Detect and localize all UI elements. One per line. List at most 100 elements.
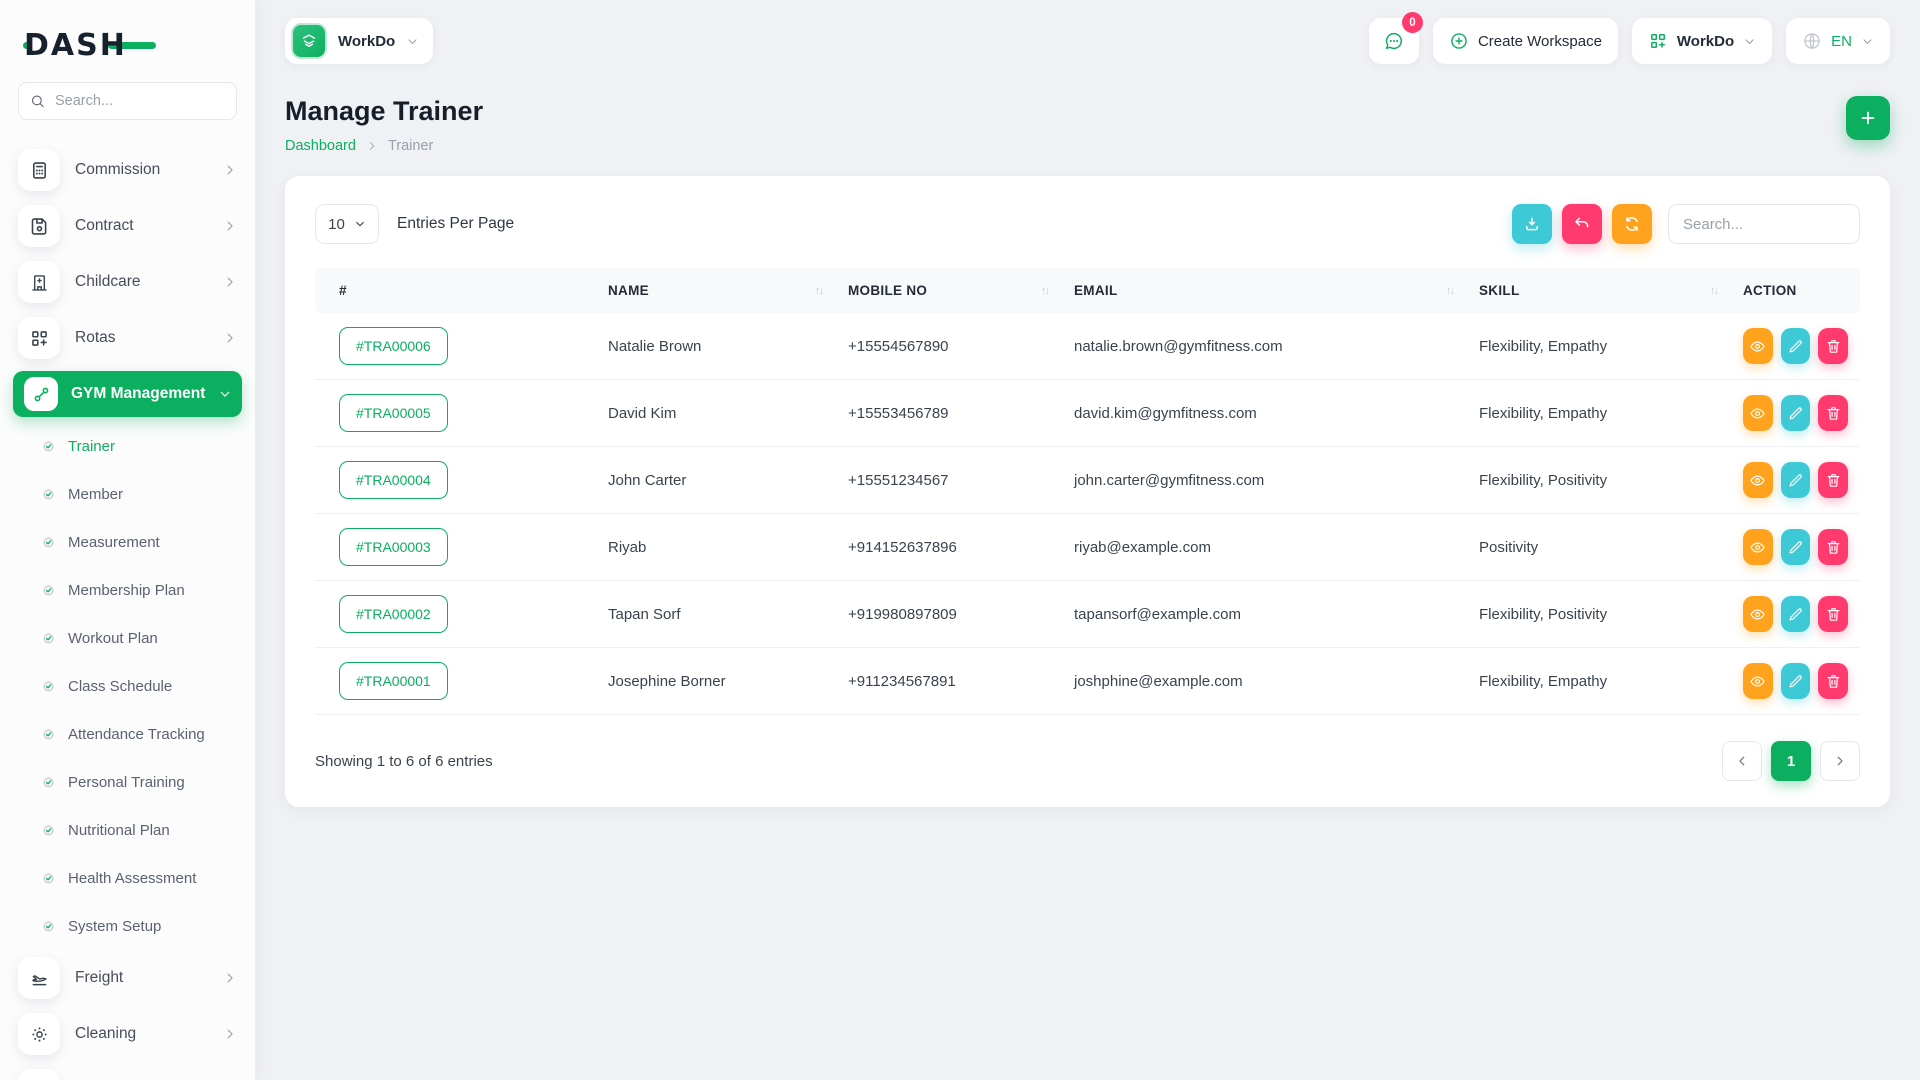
dash-logo[interactable]: DASH <box>24 26 231 64</box>
delete-button[interactable] <box>1818 663 1848 699</box>
trainer-id-badge[interactable]: #TRA00005 <box>339 394 448 432</box>
sidebar-subitem-trainer[interactable]: Trainer <box>0 422 255 470</box>
edit-button[interactable] <box>1781 395 1811 431</box>
sort-icon[interactable]: ↑↓ <box>815 285 822 297</box>
sidebar-item-rotas[interactable]: Rotas <box>0 310 255 366</box>
language-label: EN <box>1831 33 1852 50</box>
messages-button[interactable]: 0 <box>1369 18 1419 64</box>
view-button[interactable] <box>1743 328 1773 364</box>
sidebar-subitem-attendance-tracking[interactable]: Attendance Tracking <box>0 710 255 758</box>
view-button[interactable] <box>1743 462 1773 498</box>
trainer-mobile-cell: +15553456789 <box>836 380 1062 447</box>
sidebar-item-contract[interactable]: Contract <box>0 198 255 254</box>
trainer-id-badge[interactable]: #TRA00002 <box>339 595 448 633</box>
language-selector[interactable]: EN <box>1786 18 1890 64</box>
trainer-id-cell: #TRA00002 <box>315 581 596 648</box>
sidebar-subitem-personal-training[interactable]: Personal Training <box>0 758 255 806</box>
trainer-id-badge[interactable]: #TRA00004 <box>339 461 448 499</box>
trainer-skill-cell: Positivity <box>1467 514 1731 581</box>
trainer-table-card: 10 Entries Per Page # <box>285 176 1890 807</box>
column-header-email[interactable]: EMAIL ↑↓ <box>1062 268 1467 313</box>
column-header-label: # <box>339 283 347 298</box>
globe-icon <box>1802 31 1822 51</box>
workspace-switcher[interactable]: WorkDo <box>285 18 433 64</box>
main-area: WorkDo 0 Create Workspace WorkDo <box>255 0 1920 1080</box>
edit-button[interactable] <box>1781 328 1811 364</box>
column-header-label: SKILL <box>1479 283 1520 298</box>
sidebar-subitem-measurement[interactable]: Measurement <box>0 518 255 566</box>
breadcrumb-dashboard-link[interactable]: Dashboard <box>285 138 356 154</box>
sidebar-subitem-class-schedule[interactable]: Class Schedule <box>0 662 255 710</box>
eye-icon <box>1749 472 1766 489</box>
entries-per-page-select[interactable]: 10 <box>315 204 379 244</box>
trash-icon <box>1825 472 1842 489</box>
column-header-skill[interactable]: SKILL ↑↓ <box>1467 268 1731 313</box>
app-menu-label: WorkDo <box>1677 33 1734 50</box>
sidebar-item-commission[interactable]: Commission <box>0 142 255 198</box>
column-header-mobile-no[interactable]: MOBILE NO ↑↓ <box>836 268 1062 313</box>
delete-button[interactable] <box>1818 328 1848 364</box>
export-button[interactable] <box>1512 204 1552 244</box>
column-header-name[interactable]: NAME ↑↓ <box>596 268 836 313</box>
undo-button[interactable] <box>1562 204 1602 244</box>
trainer-actions-cell <box>1731 648 1860 715</box>
sidebar-subitem-member[interactable]: Member <box>0 470 255 518</box>
sort-icon[interactable]: ↑↓ <box>1041 285 1048 297</box>
column-header-label: MOBILE NO <box>848 283 927 298</box>
delete-button[interactable] <box>1818 596 1848 632</box>
sidebar-subitem-membership-plan[interactable]: Membership Plan <box>0 566 255 614</box>
sidebar-item-label: GYM Management <box>71 385 205 403</box>
page-title: Manage Trainer <box>285 96 483 127</box>
delete-button[interactable] <box>1818 395 1848 431</box>
trainer-name-cell: Riyab <box>596 514 836 581</box>
view-button[interactable] <box>1743 663 1773 699</box>
sidebar-item-cleaning[interactable]: Cleaning <box>0 1006 255 1062</box>
next-page-button[interactable] <box>1820 741 1860 781</box>
eye-icon <box>1749 338 1766 355</box>
edit-button[interactable] <box>1781 596 1811 632</box>
topbar: WorkDo 0 Create Workspace WorkDo <box>285 0 1890 72</box>
view-button[interactable] <box>1743 529 1773 565</box>
delete-button[interactable] <box>1818 529 1848 565</box>
sidebar-subitem-nutritional-plan[interactable]: Nutritional Plan <box>0 806 255 854</box>
trainer-id-cell: #TRA00006 <box>315 313 596 380</box>
grid-icon <box>1648 31 1668 51</box>
sidebar: DASH Commission Contract Childcare Rotas… <box>0 0 255 1080</box>
view-button[interactable] <box>1743 395 1773 431</box>
add-trainer-button[interactable] <box>1846 96 1890 140</box>
sidebar-subitem-system-setup[interactable]: System Setup <box>0 902 255 950</box>
trainer-email-cell: joshphine@example.com <box>1062 648 1467 715</box>
sidebar-search-input[interactable] <box>18 82 237 120</box>
page-number-button[interactable]: 1 <box>1771 741 1811 781</box>
sidebar-item-gym-management[interactable]: GYM Management <box>13 371 242 417</box>
delete-button[interactable] <box>1818 462 1848 498</box>
notification-badge: 0 <box>1402 12 1423 33</box>
edit-button[interactable] <box>1781 462 1811 498</box>
sidebar-search <box>18 82 237 120</box>
view-button[interactable] <box>1743 596 1773 632</box>
table-search-input[interactable] <box>1668 204 1860 244</box>
create-workspace-button[interactable]: Create Workspace <box>1433 18 1618 64</box>
sort-icon[interactable]: ↑↓ <box>1710 285 1717 297</box>
trainer-id-badge[interactable]: #TRA00001 <box>339 662 448 700</box>
trainer-id-badge[interactable]: #TRA00003 <box>339 528 448 566</box>
sort-icon[interactable]: ↑↓ <box>1446 285 1453 297</box>
trainer-actions-cell <box>1731 447 1860 514</box>
trainer-id-badge[interactable]: #TRA00006 <box>339 327 448 365</box>
edit-button[interactable] <box>1781 529 1811 565</box>
sidebar-item-label: Commission <box>75 161 208 179</box>
sidebar-item-childcare[interactable]: Childcare <box>0 254 255 310</box>
calculator-icon <box>18 149 60 191</box>
sidebar-item-freight[interactable]: Freight <box>0 950 255 1006</box>
sidebar-subitem-workout-plan[interactable]: Workout Plan <box>0 614 255 662</box>
app-menu-button[interactable]: WorkDo <box>1632 18 1772 64</box>
sidebar-item-more[interactable] <box>0 1062 255 1080</box>
prev-page-button[interactable] <box>1722 741 1762 781</box>
sidebar-item-label: Childcare <box>75 273 208 291</box>
edit-button[interactable] <box>1781 663 1811 699</box>
sidebar-subitem-health-assessment[interactable]: Health Assessment <box>0 854 255 902</box>
sidebar-subitem-label: System Setup <box>68 918 161 935</box>
table-row: #TRA00003 Riyab +914152637896 riyab@exam… <box>315 514 1860 581</box>
refresh-button[interactable] <box>1612 204 1652 244</box>
freight-plane-icon <box>18 957 60 999</box>
